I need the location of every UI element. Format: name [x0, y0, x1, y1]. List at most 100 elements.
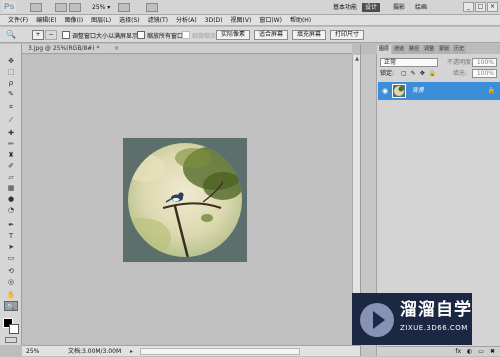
fill-input[interactable]: 100%: [472, 69, 497, 78]
lock-pixels-icon[interactable]: ✎: [411, 70, 416, 78]
zoom-tool-icon[interactable]: 🔍: [6, 30, 18, 40]
opacity-label: 不透明度:: [447, 59, 474, 66]
gradient-icon[interactable]: ▦: [4, 183, 18, 193]
menu-layer[interactable]: 图层(L): [87, 15, 115, 26]
layer-thumbnail-image: [394, 86, 404, 96]
menu-view[interactable]: 视图(V): [227, 15, 256, 26]
lasso-icon[interactable]: ρ: [4, 78, 18, 88]
lock-all-icon[interactable]: 🔒: [429, 70, 436, 78]
workspace-photography[interactable]: 摄影: [390, 3, 408, 12]
hand-icon[interactable]: ✋: [4, 290, 18, 300]
app-bar: Ps 25% ▾ 基本功能 设计 摄影 绘画 _ □ ×: [0, 0, 500, 15]
hand-tool-icon[interactable]: [118, 3, 130, 12]
status-bar: 25% 文档:3.00M/3.00M ▸: [22, 345, 360, 356]
image-canvas[interactable]: [123, 138, 247, 262]
workspace-painting[interactable]: 绘画: [412, 3, 430, 12]
eyedropper-icon[interactable]: ⁄: [4, 115, 18, 125]
lock-label: 锁定:: [380, 70, 395, 77]
play-icon: [373, 311, 385, 329]
lock-transparent-icon[interactable]: ▢: [401, 70, 407, 78]
tools-panel: ✥ ⬚ ρ ✎ ⌗ ⁄ ✚ ✏ ♜ ✐ ▱ ▦ ● ◔ ✒ T ➤ ▭ ⟲ ◎ …: [0, 44, 22, 345]
tab-paths[interactable]: 路径: [407, 45, 422, 54]
brush-icon[interactable]: ✏: [4, 139, 18, 149]
options-bar: 🔍 + − 调整窗口大小以满屏显示 缩放所有窗口 细微缩放 实际像素 适合屏幕 …: [0, 27, 500, 43]
tab-history[interactable]: 历史: [452, 45, 467, 54]
menu-file[interactable]: 文件(F): [4, 15, 32, 26]
menu-window[interactable]: 窗口(W): [255, 15, 286, 26]
canvas-area[interactable]: [22, 55, 352, 344]
status-arrow-icon[interactable]: ▸: [130, 347, 133, 356]
resize-windows-checkbox[interactable]: 调整窗口大小以满屏显示: [62, 31, 138, 40]
zoom-icon[interactable]: 🔍: [4, 301, 18, 311]
scrubby-zoom-checkbox[interactable]: 细微缩放: [182, 31, 216, 40]
actual-pixels-button[interactable]: 实际像素: [216, 30, 251, 40]
tab-adjustments[interactable]: 调整: [422, 45, 437, 54]
zoom-level[interactable]: 25%: [26, 347, 39, 356]
layer-thumbnail: [392, 84, 406, 98]
minimize-icon[interactable]: _: [463, 2, 474, 12]
horizontal-scrollbar[interactable]: [140, 348, 300, 355]
document-tab-label: 3.jpg @ 25%(RGB/8#) *: [28, 45, 100, 52]
quick-mask-icon[interactable]: [5, 337, 17, 343]
zoom-all-checkbox[interactable]: 缩放所有窗口: [137, 31, 183, 40]
maximize-icon[interactable]: □: [475, 2, 486, 12]
print-size-button[interactable]: 打印尺寸: [330, 30, 365, 40]
workspace-design[interactable]: 设计: [362, 3, 381, 12]
healing-icon[interactable]: ✚: [4, 128, 18, 138]
layer-row[interactable]: ◉ 背景 🔒: [378, 82, 500, 100]
pen-icon[interactable]: ✒: [4, 220, 18, 230]
close-icon[interactable]: ×: [114, 45, 119, 53]
screen-mode-icon[interactable]: [146, 3, 158, 12]
zoom-out-icon[interactable]: −: [45, 30, 57, 40]
fit-screen-button[interactable]: 适合屏幕: [254, 30, 289, 40]
fill-screen-button[interactable]: 填充屏幕: [292, 30, 327, 40]
marquee-icon[interactable]: ⬚: [4, 67, 18, 77]
eye-icon[interactable]: ◉: [380, 86, 390, 96]
close-icon[interactable]: ×: [487, 2, 498, 12]
shape-icon[interactable]: ▭: [4, 253, 18, 263]
menu-3d[interactable]: 3D(D): [201, 15, 227, 26]
app-zoom[interactable]: 25% ▾: [92, 3, 110, 12]
layer-name[interactable]: 背景: [412, 86, 424, 96]
workspace-essentials[interactable]: 基本功能: [330, 3, 360, 12]
move-icon[interactable]: ✥: [4, 56, 18, 66]
menu-select[interactable]: 选择(S): [115, 15, 144, 26]
history-brush-icon[interactable]: ✐: [4, 161, 18, 171]
photoshop-logo: Ps: [2, 1, 16, 13]
stamp-icon[interactable]: ♜: [4, 150, 18, 160]
menu-filter[interactable]: 滤镜(T): [144, 15, 172, 26]
menu-help[interactable]: 帮助(H): [286, 15, 315, 26]
checkbox-box: [182, 31, 190, 39]
mini-bridge-icon[interactable]: [55, 3, 67, 12]
new-layer-icon[interactable]: ▭: [478, 347, 484, 356]
3d-rotate-icon[interactable]: ⟲: [4, 266, 18, 276]
path-select-icon[interactable]: ➤: [4, 242, 18, 252]
fx-icon[interactable]: fx: [455, 347, 461, 356]
crop-icon[interactable]: ⌗: [4, 102, 18, 112]
lock-position-icon[interactable]: ✥: [420, 70, 425, 78]
3d-orbit-icon[interactable]: ◎: [4, 277, 18, 287]
panel-footer: fx ◐ ▭ ✖: [378, 346, 500, 356]
blend-mode-select[interactable]: 正常: [380, 58, 438, 67]
menu-image[interactable]: 图像(I): [61, 15, 87, 26]
adjustment-layer-icon[interactable]: ◐: [467, 347, 472, 356]
type-icon[interactable]: T: [4, 231, 18, 241]
tab-layers[interactable]: 图层: [377, 45, 392, 54]
dodge-icon[interactable]: ◔: [4, 205, 18, 215]
delete-layer-icon[interactable]: ✖: [490, 347, 495, 356]
menu-edit[interactable]: 编辑(E): [32, 15, 60, 26]
bridge-icon[interactable]: [30, 3, 42, 12]
eraser-icon[interactable]: ▱: [4, 172, 18, 182]
blur-icon[interactable]: ●: [4, 194, 18, 204]
view-extras-icon[interactable]: [69, 3, 81, 12]
tab-channels[interactable]: 通道: [392, 45, 407, 54]
tab-masks[interactable]: 蒙版: [437, 45, 452, 54]
zoom-in-icon[interactable]: +: [32, 30, 44, 40]
quick-select-icon[interactable]: ✎: [4, 89, 18, 99]
lock-icon: 🔒: [487, 87, 495, 94]
background-color-swatch[interactable]: [9, 324, 19, 334]
opacity-input[interactable]: 100%: [472, 58, 497, 67]
menu-bar: 文件(F) 编辑(E) 图像(I) 图层(L) 选择(S) 滤镜(T) 分析(A…: [0, 15, 500, 26]
menu-analysis[interactable]: 分析(A): [172, 15, 201, 26]
document-tab[interactable]: 3.jpg @ 25%(RGB/8#) * ×: [22, 44, 352, 54]
